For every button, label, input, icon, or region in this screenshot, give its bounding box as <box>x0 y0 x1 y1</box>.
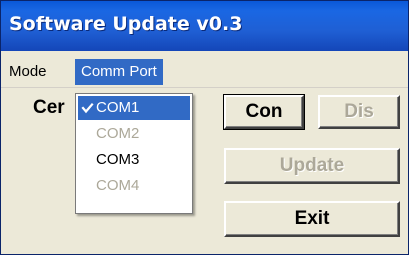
menu-item-com2[interactable]: COM2 <box>78 122 190 146</box>
menu-item-com3[interactable]: COM3 <box>78 148 190 172</box>
menu-bar: Mode Comm Port <box>1 51 408 88</box>
main-panel: Cer Con Dis Update Exit <box>1 88 408 254</box>
menu-item-com4[interactable]: COM4 <box>78 174 190 198</box>
menu-mode[interactable]: Mode <box>3 59 53 85</box>
menu-comm-port[interactable]: Comm Port <box>75 59 163 85</box>
menu-item-label: COM1 <box>96 99 140 116</box>
comm-port-dropdown-menu: COM1 COM2 COM3 COM4 <box>75 93 193 214</box>
connect-button[interactable]: Con <box>223 94 305 130</box>
exit-button[interactable]: Exit <box>224 201 400 237</box>
check-icon <box>81 96 95 120</box>
disconnect-button[interactable]: Dis <box>318 95 400 129</box>
menu-item-label: COM4 <box>96 177 140 194</box>
app-window: Software Update v0.3 Mode Comm Port Cer … <box>0 0 409 255</box>
status-label: Cer <box>33 97 65 118</box>
title-bar[interactable]: Software Update v0.3 <box>1 1 408 51</box>
update-button[interactable]: Update <box>224 148 400 184</box>
menu-item-com1[interactable]: COM1 <box>78 96 190 120</box>
menu-item-label: COM2 <box>96 125 140 142</box>
menu-item-label: COM3 <box>96 151 140 168</box>
window-title: Software Update v0.3 <box>9 13 243 35</box>
